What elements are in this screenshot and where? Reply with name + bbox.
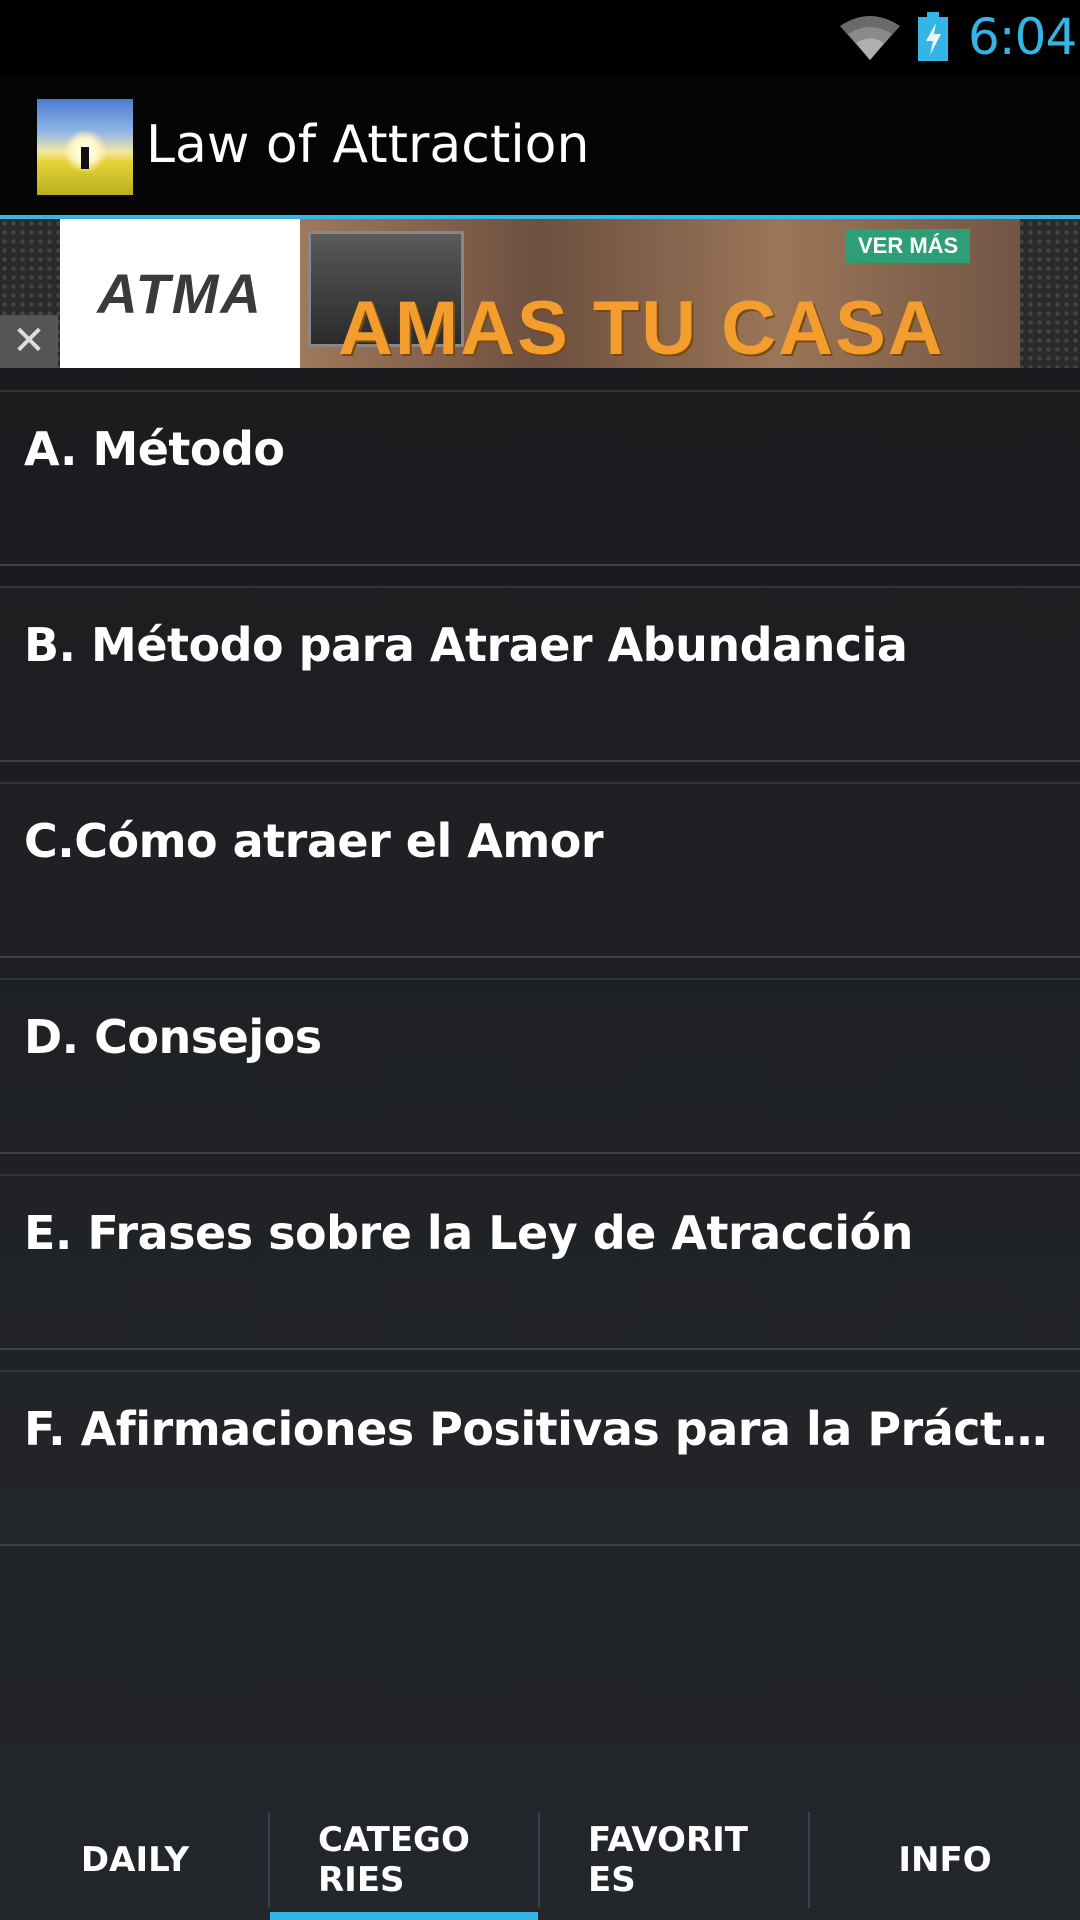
battery-charging-icon [918,12,948,61]
tab-label: FAVORITES [588,1820,748,1900]
category-label: E. Frases sobre la Ley de Atracción [24,1206,913,1260]
bottom-tab-bar: DAILY CATEGORIES FAVORITES INFO [0,1800,1080,1920]
category-item[interactable]: D. Consejos [0,978,1080,1154]
tab-categories[interactable]: CATEGORIES [270,1800,540,1920]
ad-headline: AMAS TU CASA [338,286,945,368]
ad-brand-panel: ATMA [60,219,300,368]
status-bar: 6:04 [0,0,1080,75]
action-bar: Law of Attraction [0,75,1080,219]
category-label: A. Método [24,422,285,476]
category-list: A. Método B. Método para Atraer Abundanc… [0,390,1080,1566]
category-item[interactable]: E. Frases sobre la Ley de Atracción [0,1174,1080,1350]
category-item[interactable]: F. Afirmaciones Positivas para la Prácti… [0,1370,1080,1546]
ad-banner[interactable]: ✕ ATMA AMAS TU CASA VER MÁS [0,219,1080,368]
tab-label: INFO [898,1840,992,1880]
ad-cta-button[interactable]: VER MÁS [846,229,971,263]
ad-image[interactable]: ATMA AMAS TU CASA VER MÁS [60,219,1020,368]
category-label: F. Afirmaciones Positivas para la Prácti… [24,1402,1054,1456]
selected-tab-indicator [270,1912,538,1920]
category-item[interactable]: A. Método [0,390,1080,566]
tab-info[interactable]: INFO [810,1800,1080,1920]
wifi-icon [840,16,900,60]
tab-daily[interactable]: DAILY [0,1800,270,1920]
tab-label: CATEGORIES [318,1820,470,1900]
app-title: Law of Attraction [146,115,590,175]
app-logo-icon[interactable] [37,99,133,195]
category-label: D. Consejos [24,1010,322,1064]
tab-label: DAILY [80,1840,190,1880]
category-label: C.Cómo atraer el Amor [24,814,604,868]
category-item[interactable]: C.Cómo atraer el Amor [0,782,1080,958]
close-icon[interactable]: ✕ [0,315,58,368]
status-time: 6:04 [968,8,1077,66]
tab-favorites[interactable]: FAVORITES [540,1800,810,1920]
ad-brand: ATMA [97,262,263,325]
category-label: B. Método para Atraer Abundancia [24,618,908,672]
category-item[interactable]: B. Método para Atraer Abundancia [0,586,1080,762]
